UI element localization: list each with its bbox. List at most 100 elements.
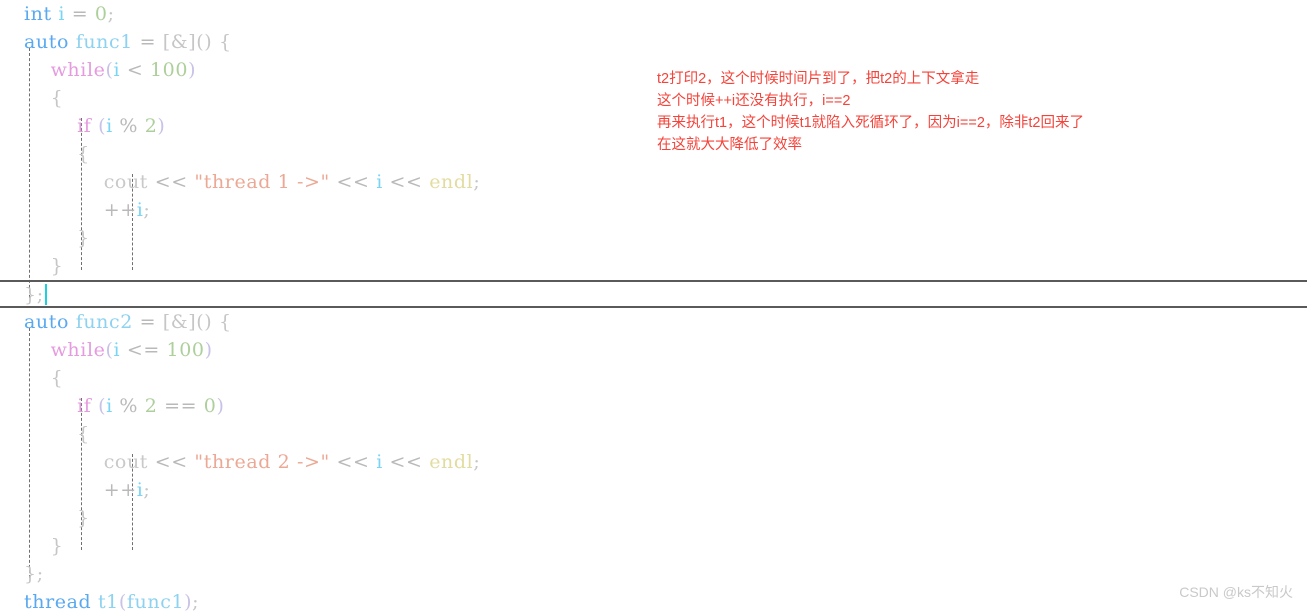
token-operator: << xyxy=(336,451,370,473)
code-line[interactable]: }; xyxy=(0,560,1307,588)
token-semicolon: ; xyxy=(473,451,481,473)
token-number: 2 xyxy=(144,395,158,417)
token-control-keyword: while xyxy=(50,339,106,361)
code-line[interactable]: { xyxy=(0,140,1307,168)
token-operator: ++ xyxy=(103,199,137,221)
token-operator: % xyxy=(119,115,139,137)
token-operator: << xyxy=(154,451,188,473)
code-line[interactable]: { xyxy=(0,364,1307,392)
token-variable: i xyxy=(376,451,383,473)
token-string: "thread 2 ->" xyxy=(194,451,330,473)
annotation-line-2: 这个时候++i还没有执行，i==2 xyxy=(657,93,851,109)
token-brace: { xyxy=(50,367,64,389)
text-caret xyxy=(44,284,47,305)
token-argument: func1 xyxy=(126,591,185,613)
token-control-keyword: while xyxy=(50,59,106,81)
token-keyword: auto xyxy=(24,311,70,333)
code-line[interactable]: } xyxy=(0,252,1307,280)
code-line[interactable]: ++i; xyxy=(0,196,1307,224)
code-line[interactable]: } xyxy=(0,224,1307,252)
token-variable: i xyxy=(113,59,121,81)
token-identifier: cout xyxy=(103,171,149,193)
token-brace: } xyxy=(77,227,90,249)
token-variable: i xyxy=(58,3,66,25)
token-function-name: func1 xyxy=(75,31,133,53)
token-paren: ) xyxy=(184,591,193,613)
code-line[interactable]: auto func1 = [&]() { xyxy=(0,28,1307,56)
token-semicolon: ; xyxy=(192,591,200,613)
token-paren: ) xyxy=(157,115,166,137)
token-operator: << xyxy=(389,171,423,193)
token-semicolon: ; xyxy=(36,284,44,306)
token-variable: i xyxy=(106,115,113,137)
token-endl: endl xyxy=(429,171,474,193)
token-control-keyword: if xyxy=(77,115,92,137)
code-line[interactable]: { xyxy=(0,84,1307,112)
token-number: 0 xyxy=(94,3,108,25)
annotation-line-4: 在这就大大降低了效率 xyxy=(657,137,802,153)
token-function-name: t1 xyxy=(97,591,119,613)
token-brace: } xyxy=(24,563,37,585)
annotation-note: t2打印2，这个时候时间片到了，把t2的上下文拿走 这个时候++i还没有执行，i… xyxy=(657,68,1084,156)
token-brace: } xyxy=(77,507,90,529)
token-number: 100 xyxy=(166,339,205,361)
token-variable: i xyxy=(106,395,113,417)
token-brace: } xyxy=(50,535,64,557)
token-semicolon: ; xyxy=(107,3,115,25)
token-operator: == xyxy=(164,395,198,417)
code-line[interactable]: auto func2 = [&]() { xyxy=(0,308,1307,336)
token-brace: { xyxy=(218,311,232,333)
token-lambda-capture: [&]() xyxy=(162,31,213,53)
token-keyword: auto xyxy=(24,31,70,53)
token-operator: <= xyxy=(126,339,160,361)
token-variable: i xyxy=(113,339,121,361)
code-line[interactable]: if (i % 2 == 0) xyxy=(0,392,1307,420)
token-paren: ) xyxy=(188,59,197,81)
code-line[interactable]: while(i <= 100) xyxy=(0,336,1307,364)
code-line-active[interactable]: }; xyxy=(0,280,1307,308)
token-number: 0 xyxy=(203,395,217,417)
token-operator: % xyxy=(119,395,139,417)
token-variable: i xyxy=(376,171,383,193)
token-paren: ) xyxy=(204,339,213,361)
code-line[interactable]: } xyxy=(0,532,1307,560)
token-brace: } xyxy=(24,284,37,306)
token-brace: { xyxy=(77,143,90,165)
token-endl: endl xyxy=(429,451,474,473)
token-string: "thread 1 ->" xyxy=(194,171,330,193)
watermark: CSDN @ks不知火 xyxy=(1179,584,1293,600)
token-paren: ( xyxy=(98,115,107,137)
token-brace: { xyxy=(77,423,90,445)
token-control-keyword: if xyxy=(77,395,92,417)
token-semicolon: ; xyxy=(143,479,151,501)
code-line[interactable]: int i = 0; xyxy=(0,0,1307,28)
token-keyword: int xyxy=(24,3,52,25)
code-line[interactable]: cout << "thread 1 ->" << i << endl; xyxy=(0,168,1307,196)
code-line[interactable]: } xyxy=(0,504,1307,532)
token-brace: { xyxy=(218,31,232,53)
annotation-line-1: t2打印2，这个时候时间片到了，把t2的上下文拿走 xyxy=(657,71,980,87)
token-brace: } xyxy=(50,255,64,277)
token-paren: ) xyxy=(216,395,225,417)
token-number: 2 xyxy=(144,115,158,137)
token-paren: ( xyxy=(118,591,127,613)
code-line[interactable]: while(i < 100) xyxy=(0,56,1307,84)
code-line[interactable]: cout << "thread 2 ->" << i << endl; xyxy=(0,448,1307,476)
token-operator: << xyxy=(154,171,188,193)
token-identifier: cout xyxy=(103,451,149,473)
token-semicolon: ; xyxy=(36,563,44,585)
token-operator: = xyxy=(139,311,157,333)
token-operator: << xyxy=(336,171,370,193)
token-keyword: thread xyxy=(24,591,92,613)
code-line[interactable]: { xyxy=(0,420,1307,448)
token-semicolon: ; xyxy=(473,171,481,193)
token-lambda-capture: [&]() xyxy=(162,311,213,333)
code-line[interactable]: ++i; xyxy=(0,476,1307,504)
code-editor[interactable]: int i = 0; auto func1 = [&]() { while(i … xyxy=(0,0,1307,613)
token-brace: { xyxy=(50,87,64,109)
token-paren: ( xyxy=(98,395,107,417)
token-operator: << xyxy=(389,451,423,473)
token-function-name: func2 xyxy=(75,311,133,333)
code-line[interactable]: if (i % 2) xyxy=(0,112,1307,140)
annotation-line-3: 再来执行t1，这个时候t1就陷入死循环了，因为i==2，除非t2回来了 xyxy=(657,115,1084,131)
